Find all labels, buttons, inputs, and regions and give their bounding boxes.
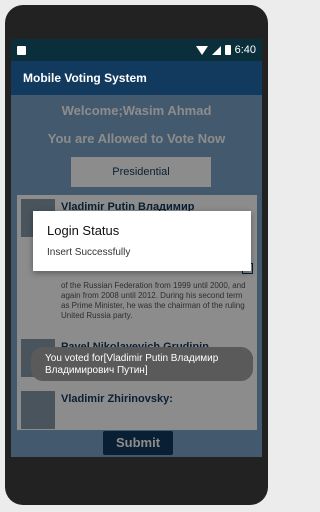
dialog-scrim[interactable] [11,95,262,457]
wifi-icon [195,45,208,55]
battery-icon [224,45,231,55]
app-bar: Mobile Voting System [11,61,262,95]
dialog-message: Insert Successfully [47,247,131,258]
status-bar: 6:40 [11,39,262,61]
app-title: Mobile Voting System [23,71,147,85]
screen: 6:40 Mobile Voting System Welcome;Wasim … [11,39,262,457]
status-time: 6:40 [234,44,256,56]
dialog-title: Login Status [47,223,120,238]
phone-frame: 6:40 Mobile Voting System Welcome;Wasim … [5,5,268,505]
login-status-dialog: Login Status Insert Successfully [33,211,251,271]
notification-icon [17,45,26,55]
status-indicators: 6:40 [195,44,256,56]
vote-toast: You voted for[Vladimir Putin Владимир Вл… [31,347,253,381]
signal-icon [211,45,221,55]
